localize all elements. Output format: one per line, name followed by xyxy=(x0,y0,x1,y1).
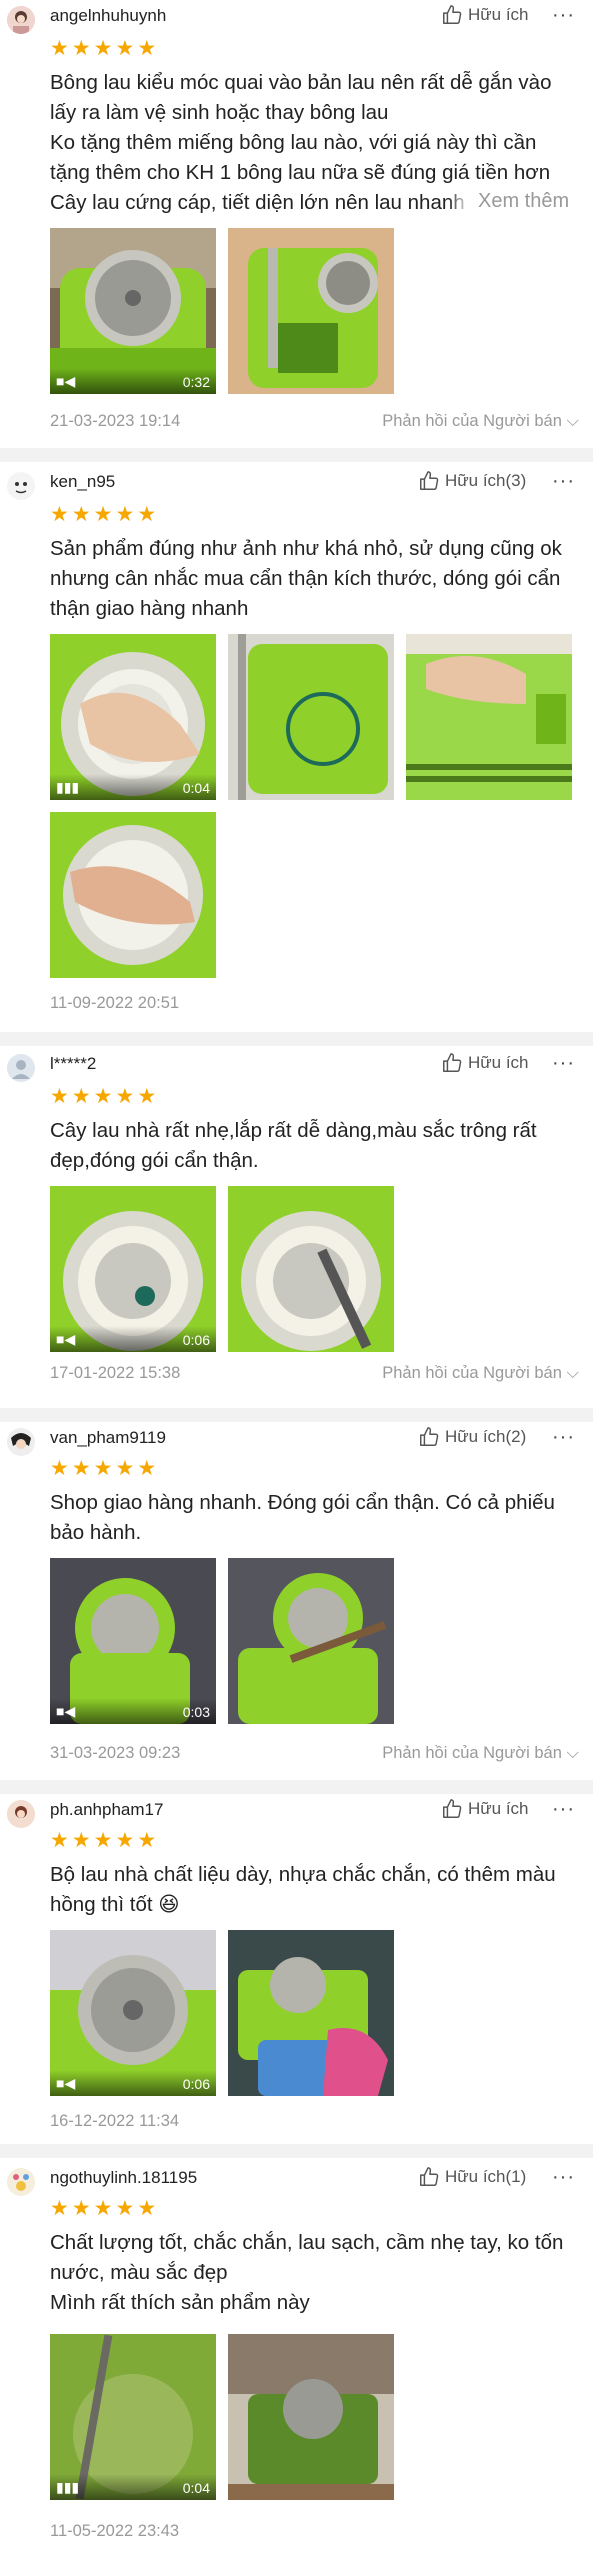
avatar[interactable] xyxy=(7,1428,35,1456)
review-video[interactable]: ■◀ 0:06 xyxy=(50,1186,216,1352)
review-date: 11-05-2022 23:43 xyxy=(50,2522,180,2540)
rating-stars: ★ ★ ★ ★ ★ xyxy=(50,1829,157,1852)
thumbs-up-icon xyxy=(443,1053,462,1072)
username[interactable]: ph.anhpham17 xyxy=(50,1800,163,1820)
rating-stars: ★ ★ ★ ★ ★ xyxy=(50,1457,157,1480)
more-options-icon[interactable]: ··· xyxy=(552,1798,575,1821)
thumbs-up-icon xyxy=(420,471,439,490)
review-video[interactable]: ▮▮▮ 0:04 xyxy=(50,2334,216,2500)
video-camera-icon: ■◀ xyxy=(56,1703,76,1719)
review-card: l*****2 Hữu ích ··· ★ ★ ★ ★ ★ Cây lau nhà rấ… xyxy=(0,1046,593,1408)
helpful-label: Hữu ích(3) xyxy=(445,471,527,490)
thumbs-up-icon xyxy=(420,1427,439,1446)
review-date: 31-03-2023 09:23 xyxy=(50,1744,181,1762)
avatar[interactable] xyxy=(7,6,35,34)
video-duration: 0:04 xyxy=(182,780,210,796)
video-duration: 0:03 xyxy=(182,1704,210,1720)
username[interactable]: l*****2 xyxy=(50,1054,96,1074)
helpful-label: Hữu ích xyxy=(468,1799,529,1818)
divider xyxy=(0,2144,593,2158)
helpful-label: Hữu ích xyxy=(468,5,529,24)
review-card: ngothuylinh.181195 Hữu ích(1) ··· ★ ★ ★ ★ ★ … xyxy=(0,2158,593,2560)
review-date: 17-01-2022 15:38 xyxy=(50,1364,181,1382)
review-card: ph.anhpham17 Hữu ích ··· ★ ★ ★ ★ ★ Bộ lau nh… xyxy=(0,1794,593,2144)
review-video[interactable]: ■◀ 0:03 xyxy=(50,1558,216,1724)
divider xyxy=(0,448,593,462)
thumbs-up-icon xyxy=(420,2167,439,2186)
review-image[interactable] xyxy=(228,634,394,800)
video-duration: 0:06 xyxy=(182,1332,210,1348)
username[interactable]: ken_n95 xyxy=(50,472,115,492)
thumbs-up-icon xyxy=(443,1799,462,1818)
review-text: Bộ lau nhà chất liệu dày, nhựa chắc chắn… xyxy=(50,1863,556,1916)
username[interactable]: ngothuylinh.181195 xyxy=(50,2168,197,2188)
seller-reply-toggle[interactable]: Phản hồi của Người bán ⌵ xyxy=(382,1744,579,1763)
video-bars-icon: ▮▮▮ xyxy=(56,779,80,795)
username[interactable]: van_pham9119 xyxy=(50,1428,166,1448)
helpful-label: Hữu ích xyxy=(468,1053,529,1072)
review-image[interactable] xyxy=(228,1186,394,1352)
rating-stars: ★ ★ ★ ★ ★ xyxy=(50,37,157,60)
review-image[interactable] xyxy=(228,228,394,394)
avatar[interactable] xyxy=(7,1054,35,1082)
review-video[interactable]: ■◀ 0:06 xyxy=(50,1930,216,2096)
rating-stars: ★ ★ ★ ★ ★ xyxy=(50,1085,157,1108)
review-text: Cây lau nhà rất nhẹ,lắp rất dễ dàng,màu … xyxy=(50,1119,537,1172)
review-image[interactable] xyxy=(228,1558,394,1724)
review-card: ken_n95 Hữu ích(3) ··· ★ ★ ★ ★ ★ Sản phẩm đú… xyxy=(0,462,593,1032)
review-date: 16-12-2022 11:34 xyxy=(50,2112,180,2130)
review-image[interactable] xyxy=(228,2334,394,2500)
review-image[interactable] xyxy=(406,634,572,800)
more-options-icon[interactable]: ··· xyxy=(552,470,575,493)
review-video[interactable]: ▮▮▮ 0:04 xyxy=(50,634,216,800)
chevron-down-icon: ⌵ xyxy=(566,1364,579,1382)
video-duration: 0:32 xyxy=(182,374,210,390)
review-card: van_pham9119 Hữu ích(2) ··· ★ ★ ★ ★ ★ Shop g… xyxy=(0,1422,593,1780)
review-image[interactable] xyxy=(228,1930,394,2096)
helpful-button[interactable]: Hữu ích xyxy=(441,1798,529,1820)
more-options-icon[interactable]: ··· xyxy=(552,1426,575,1449)
avatar[interactable] xyxy=(7,1800,35,1828)
video-camera-icon: ■◀ xyxy=(56,373,76,389)
video-camera-icon: ■◀ xyxy=(56,1331,76,1347)
more-options-icon[interactable]: ··· xyxy=(552,4,575,27)
video-duration: 0:04 xyxy=(182,2480,210,2496)
divider xyxy=(0,1408,593,1422)
helpful-button[interactable]: Hữu ích(3) xyxy=(418,470,526,492)
helpful-label: Hữu ích(1) xyxy=(445,2167,527,2186)
helpful-button[interactable]: Hữu ích(1) xyxy=(418,2166,526,2188)
username[interactable]: angelnhuhuynh xyxy=(50,6,166,26)
chevron-down-icon: ⌵ xyxy=(566,1744,579,1762)
avatar[interactable] xyxy=(7,472,35,500)
review-image[interactable] xyxy=(50,812,216,978)
video-duration: 0:06 xyxy=(182,2076,210,2092)
review-card: angelnhuhuynh Hữu ích ··· ★ ★ ★ ★ ★ Bông lau… xyxy=(0,0,593,448)
helpful-button[interactable]: Hữu ích xyxy=(441,4,529,26)
avatar[interactable] xyxy=(7,2168,35,2196)
divider xyxy=(0,1032,593,1046)
thumbs-up-icon xyxy=(443,5,462,24)
video-bars-icon: ▮▮▮ xyxy=(56,2479,80,2495)
helpful-label: Hữu ích(2) xyxy=(445,1427,527,1446)
rating-stars: ★ ★ ★ ★ ★ xyxy=(50,503,157,526)
chevron-down-icon: ⌵ xyxy=(566,412,579,430)
rating-stars: ★ ★ ★ ★ ★ xyxy=(50,2197,157,2220)
review-video[interactable]: ■◀ 0:32 xyxy=(50,228,216,394)
more-options-icon[interactable]: ··· xyxy=(552,1052,575,1075)
see-more-link[interactable]: Xem thêm xyxy=(448,190,570,213)
helpful-button[interactable]: Hữu ích xyxy=(441,1052,529,1074)
divider xyxy=(0,1780,593,1794)
seller-reply-toggle[interactable]: Phản hồi của Người bán ⌵ xyxy=(382,412,579,431)
review-date: 11-09-2022 20:51 xyxy=(50,994,180,1012)
review-text: Chất lượng tốt, chắc chắn, lau sạch, cầm… xyxy=(50,2231,564,2314)
helpful-button[interactable]: Hữu ích(2) xyxy=(418,1426,526,1448)
video-camera-icon: ■◀ xyxy=(56,2075,76,2091)
more-options-icon[interactable]: ··· xyxy=(552,2166,575,2189)
seller-reply-toggle[interactable]: Phản hồi của Người bán ⌵ xyxy=(382,1364,579,1383)
review-text: Sản phẩm đúng như ảnh như khá nhỏ, sử dụ… xyxy=(50,537,562,620)
review-text: Shop giao hàng nhanh. Đóng gói cẩn thận.… xyxy=(50,1491,555,1544)
review-date: 21-03-2023 19:14 xyxy=(50,412,181,430)
